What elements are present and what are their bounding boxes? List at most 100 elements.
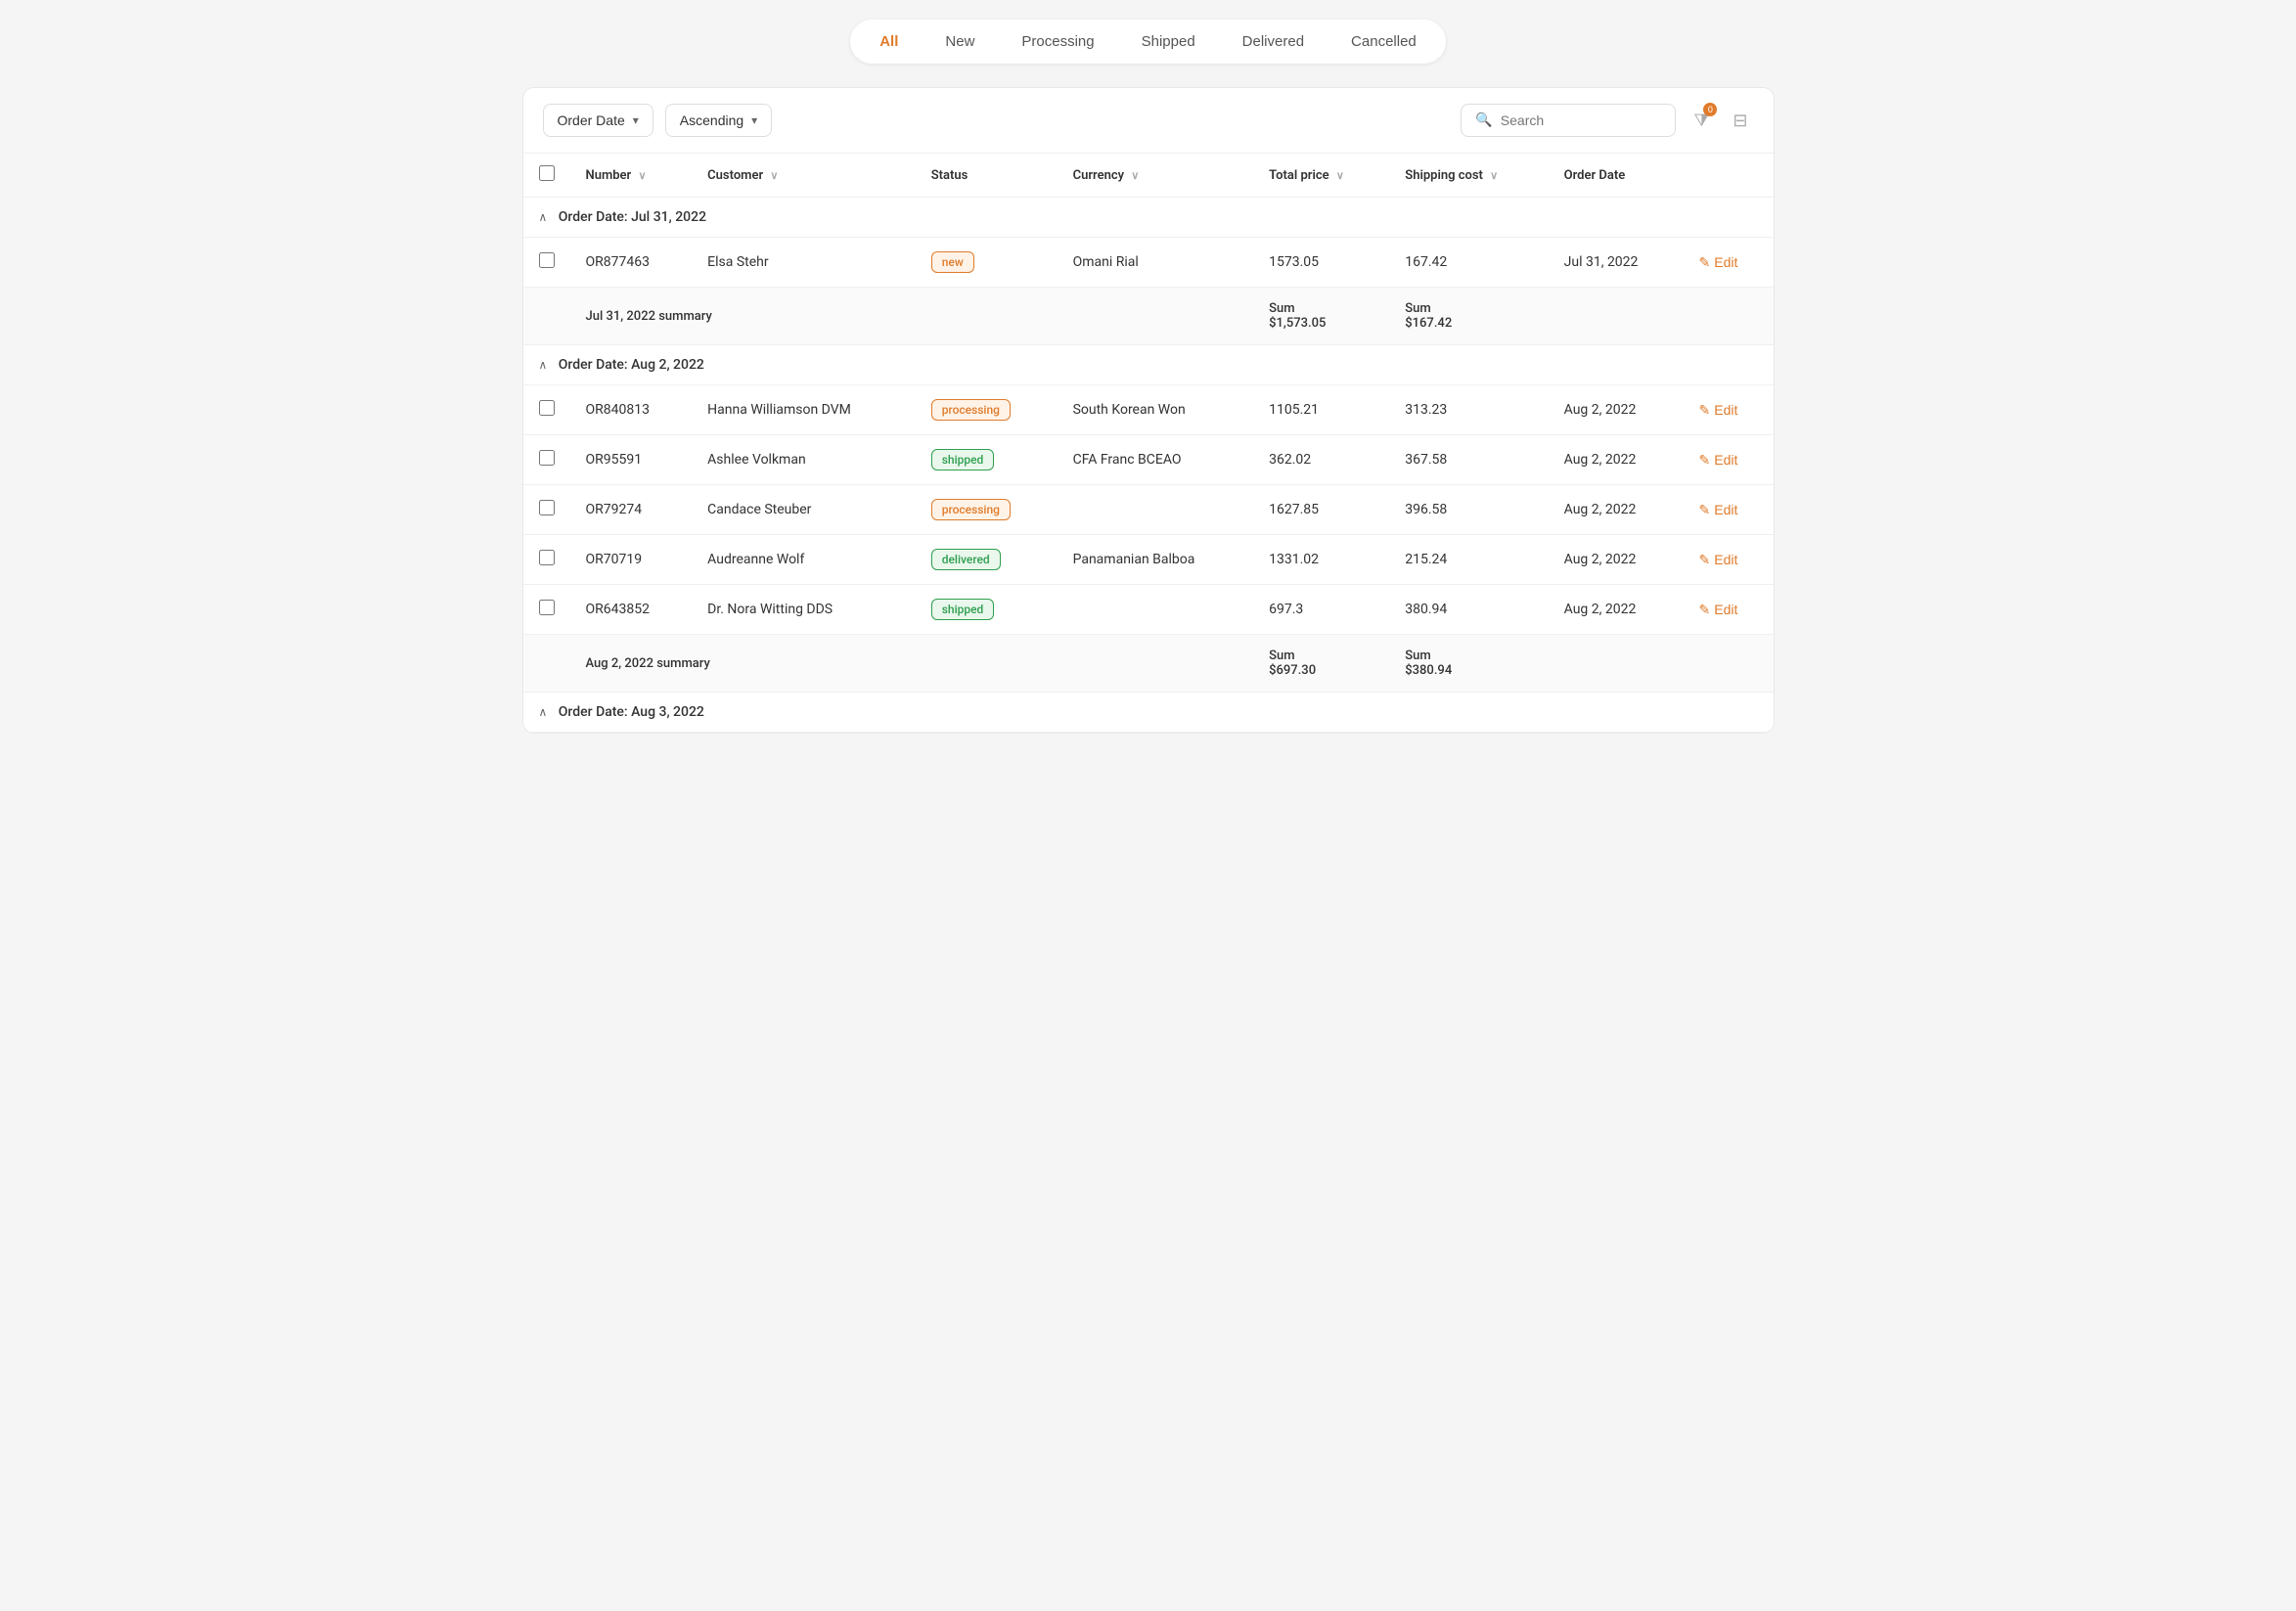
status-badge: new — [931, 251, 974, 273]
tab-new[interactable]: New — [923, 25, 996, 58]
table-row: OR840813 Hanna Williamson DVM processing… — [523, 385, 1774, 435]
edit-cell: ✎ Edit — [1684, 238, 1774, 288]
row-checkbox[interactable] — [539, 252, 555, 268]
edit-icon: ✎ — [1699, 254, 1711, 271]
shipping-cost-cell: 167.42 — [1389, 238, 1548, 288]
status-badge: shipped — [931, 599, 995, 620]
data-table: Number ∨ Customer ∨ Status Currency ∨ To… — [523, 154, 1774, 733]
tab-delivered[interactable]: Delivered — [1221, 25, 1326, 58]
tab-all[interactable]: All — [858, 25, 920, 58]
shipping-cost-sort-icon: ∨ — [1490, 169, 1498, 182]
summary-actions-empty — [1684, 635, 1774, 693]
currency-cell: South Korean Won — [1058, 385, 1254, 435]
edit-button[interactable]: ✎ Edit — [1699, 254, 1738, 271]
edit-icon: ✎ — [1699, 602, 1711, 618]
summary-price-value: $697.30 — [1269, 663, 1373, 678]
edit-icon: ✎ — [1699, 502, 1711, 518]
edit-button[interactable]: ✎ Edit — [1699, 402, 1738, 419]
edit-button[interactable]: ✎ Edit — [1699, 602, 1738, 618]
currency-cell: Omani Rial — [1058, 238, 1254, 288]
summary-total-cell: Sum $697.30 — [1253, 635, 1389, 693]
edit-button[interactable]: ✎ Edit — [1699, 452, 1738, 469]
row-checkbox[interactable] — [539, 550, 555, 565]
sort-field-chevron: ▾ — [633, 113, 639, 127]
sort-direction-dropdown[interactable]: Ascending ▾ — [665, 104, 772, 137]
group-header-row: ∧ Order Date: Aug 2, 2022 — [523, 345, 1774, 385]
toolbar: Order Date ▾ Ascending ▾ 🔍 ⧩ 0 ⊟ — [523, 88, 1774, 154]
tab-shipped[interactable]: Shipped — [1120, 25, 1217, 58]
summary-date-empty — [1549, 635, 1684, 693]
row-checkbox-cell — [523, 535, 570, 585]
total-price-cell: 697.3 — [1253, 585, 1389, 635]
columns-button[interactable]: ⊟ — [1727, 105, 1753, 137]
edit-cell: ✎ Edit — [1684, 535, 1774, 585]
table-row: OR95591 Ashlee Volkman shipped CFA Franc… — [523, 435, 1774, 485]
status-cell: processing — [916, 485, 1058, 535]
select-all-checkbox[interactable] — [539, 165, 555, 181]
table-row: OR79274 Candace Steuber processing 1627.… — [523, 485, 1774, 535]
shipping-cost-cell: 313.23 — [1389, 385, 1548, 435]
status-badge: shipped — [931, 449, 995, 470]
summary-label: Jul 31, 2022 summary — [586, 309, 712, 324]
edit-label: Edit — [1714, 502, 1737, 517]
sort-field-label: Order Date — [558, 112, 625, 128]
status-badge: delivered — [931, 549, 1001, 570]
main-container: Order Date ▾ Ascending ▾ 🔍 ⧩ 0 ⊟ — [522, 87, 1775, 734]
summary-shipping-value: $167.42 — [1405, 316, 1532, 331]
sort-direction-chevron: ▾ — [751, 113, 757, 127]
col-currency: Currency ∨ — [1058, 154, 1254, 198]
total-price-cell: 1105.21 — [1253, 385, 1389, 435]
summary-shipping-label: Sum — [1405, 649, 1532, 663]
group-collapse-button[interactable]: ∧ — [539, 358, 548, 372]
currency-cell — [1058, 485, 1254, 535]
search-input[interactable] — [1501, 112, 1662, 128]
filter-button[interactable]: ⧩ 0 — [1688, 105, 1715, 137]
summary-currency-empty — [1058, 635, 1254, 693]
edit-label: Edit — [1714, 402, 1737, 418]
edit-button[interactable]: ✎ Edit — [1699, 552, 1738, 568]
shipping-cost-cell: 396.58 — [1389, 485, 1548, 535]
order-number-cell: OR840813 — [570, 385, 693, 435]
group-label: Order Date: Aug 2, 2022 — [559, 357, 704, 373]
row-checkbox[interactable] — [539, 600, 555, 615]
status-cell: new — [916, 238, 1058, 288]
col-order-date: Order Date — [1549, 154, 1684, 198]
group-collapse-button[interactable]: ∧ — [539, 705, 548, 719]
summary-shipping-value: $380.94 — [1405, 663, 1532, 678]
group-header-row: ∧ Order Date: Aug 3, 2022 — [523, 693, 1774, 733]
number-sort-icon: ∨ — [638, 169, 646, 182]
edit-label: Edit — [1714, 452, 1737, 468]
summary-label-cell: Jul 31, 2022 summary — [570, 288, 1058, 345]
table-row: OR877463 Elsa Stehr new Omani Rial 1573.… — [523, 238, 1774, 288]
sort-field-dropdown[interactable]: Order Date ▾ — [543, 104, 653, 137]
col-status: Status — [916, 154, 1058, 198]
tab-cancelled[interactable]: Cancelled — [1329, 25, 1438, 58]
row-checkbox-cell — [523, 385, 570, 435]
order-date-cell: Aug 2, 2022 — [1549, 485, 1684, 535]
status-cell: processing — [916, 385, 1058, 435]
tab-processing[interactable]: Processing — [1000, 25, 1115, 58]
summary-shipping-cell: Sum $167.42 — [1389, 288, 1548, 345]
group-label: Order Date: Aug 3, 2022 — [559, 704, 704, 720]
group-label: Order Date: Jul 31, 2022 — [559, 209, 706, 225]
customer-cell: Ashlee Volkman — [692, 435, 916, 485]
summary-total-cell: Sum $1,573.05 — [1253, 288, 1389, 345]
total-price-cell: 362.02 — [1253, 435, 1389, 485]
summary-currency-empty — [1058, 288, 1254, 345]
summary-label-cell: Aug 2, 2022 summary — [570, 635, 1058, 693]
group-header-row: ∧ Order Date: Jul 31, 2022 — [523, 198, 1774, 238]
edit-icon: ✎ — [1699, 402, 1711, 419]
row-checkbox[interactable] — [539, 400, 555, 416]
row-checkbox[interactable] — [539, 450, 555, 466]
summary-label: Aug 2, 2022 summary — [586, 656, 710, 671]
tab-group: AllNewProcessingShippedDeliveredCancelle… — [850, 20, 1446, 64]
tab-bar: AllNewProcessingShippedDeliveredCancelle… — [20, 20, 2276, 64]
group-collapse-button[interactable]: ∧ — [539, 210, 548, 224]
header-row: Number ∨ Customer ∨ Status Currency ∨ To… — [523, 154, 1774, 198]
edit-icon: ✎ — [1699, 452, 1711, 469]
row-checkbox[interactable] — [539, 500, 555, 515]
table-body: ∧ Order Date: Jul 31, 2022 OR877463 Elsa… — [523, 198, 1774, 733]
customer-sort-icon: ∨ — [770, 169, 778, 182]
edit-button[interactable]: ✎ Edit — [1699, 502, 1738, 518]
status-badge: processing — [931, 499, 1011, 520]
